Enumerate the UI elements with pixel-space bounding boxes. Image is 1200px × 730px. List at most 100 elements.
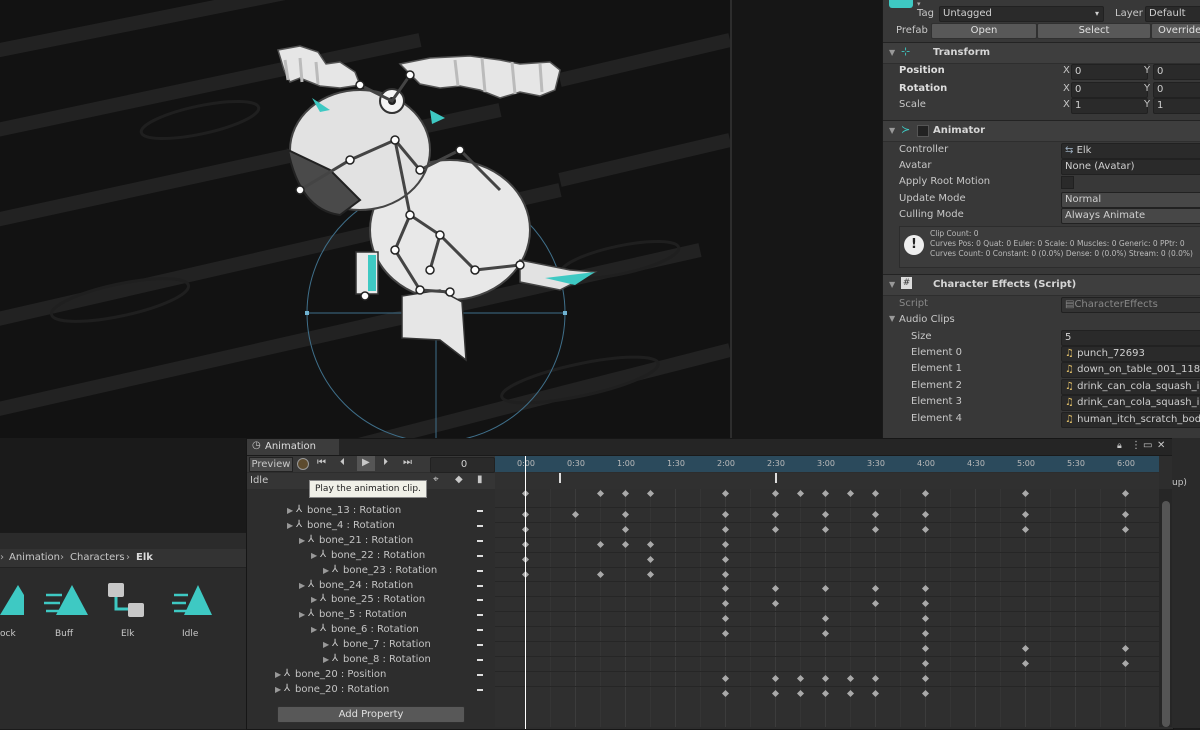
keyframe[interactable] — [621, 540, 630, 548]
foldout-arrow-icon[interactable]: ▶ — [311, 551, 317, 560]
dopesheet[interactable] — [495, 489, 1159, 727]
track-row[interactable]: ▶ ⅄ bone_8 : Rotation — [247, 653, 495, 668]
audio-clip-field[interactable]: ♫ drink_can_cola_squash_in_h — [1061, 395, 1200, 412]
keyframe[interactable] — [721, 540, 730, 548]
scrollbar-thumb[interactable] — [1162, 501, 1170, 727]
foldout-arrow-icon[interactable]: ▶ — [323, 640, 329, 649]
keyframe[interactable] — [1121, 525, 1130, 533]
keyframe[interactable] — [821, 689, 830, 697]
more-icon[interactable]: ⋮ — [1131, 440, 1141, 451]
keyframe[interactable] — [771, 510, 780, 518]
asset-label[interactable]: Buff — [55, 629, 73, 639]
layer-dropdown[interactable]: Default — [1145, 6, 1200, 22]
keyframe[interactable] — [1121, 510, 1130, 518]
maximize-icon[interactable]: ▭ — [1143, 440, 1152, 451]
event-marker[interactable] — [775, 473, 777, 483]
update-mode-dropdown[interactable]: Normal — [1061, 192, 1200, 208]
track-options-icon[interactable] — [477, 629, 483, 632]
scale-y-field[interactable]: 1 — [1153, 98, 1200, 114]
chevron-down-icon[interactable]: ▾ — [917, 0, 921, 8]
foldout-arrow-icon[interactable]: ▶ — [323, 566, 329, 575]
track-options-icon[interactable] — [477, 688, 483, 691]
keyframe[interactable] — [646, 570, 655, 578]
summary-keyframe[interactable] — [871, 489, 880, 498]
culling-mode-dropdown[interactable]: Always Animate — [1061, 208, 1200, 224]
clip-dropdown[interactable]: Idle — [250, 475, 268, 486]
foldout-arrow-icon[interactable]: ▼ — [889, 280, 895, 289]
breadcrumb-characters[interactable]: Characters — [70, 552, 125, 563]
track-options-icon[interactable] — [477, 673, 483, 676]
keyframe[interactable] — [921, 674, 930, 682]
filter-icon[interactable]: ▮ — [477, 474, 483, 485]
breadcrumb-animation[interactable]: Animation — [9, 552, 60, 563]
asset-label[interactable]: Elk — [121, 629, 134, 639]
summary-keyframe[interactable] — [721, 489, 730, 498]
next-keyframe-icon[interactable]: ⏵ — [383, 457, 388, 468]
keyframe[interactable] — [821, 525, 830, 533]
track-row[interactable]: ▶ ⅄ bone_20 : Rotation — [247, 683, 495, 698]
keyframe[interactable] — [1021, 510, 1030, 518]
keyframe[interactable] — [921, 600, 930, 608]
track-row[interactable]: ▶ ⅄ bone_24 : Rotation — [247, 579, 495, 594]
keyframe[interactable] — [921, 585, 930, 593]
prev-keyframe-icon[interactable]: ⏴ — [340, 457, 345, 468]
play-button[interactable]: ▶ — [357, 456, 375, 471]
keyframe[interactable] — [921, 630, 930, 638]
track-options-icon[interactable] — [477, 614, 483, 617]
keyframe[interactable] — [1021, 644, 1030, 653]
vertical-scrollbar[interactable] — [1159, 489, 1173, 727]
keyframe[interactable] — [1121, 659, 1130, 667]
keyframe[interactable] — [771, 600, 780, 608]
animator-header[interactable]: ▼ ≻ Animator — [883, 120, 1200, 142]
summary-keyframe[interactable] — [771, 489, 780, 498]
rotation-y-field[interactable]: 0 — [1153, 82, 1200, 98]
add-keyframe-icon[interactable]: ⌖ — [433, 474, 439, 485]
frame-field[interactable]: 0 — [430, 457, 495, 473]
script-field[interactable]: ▤CharacterEffects — [1061, 297, 1200, 313]
lock-icon[interactable]: 🔒︎ — [1117, 441, 1122, 451]
foldout-arrow-icon[interactable]: ▶ — [299, 610, 305, 619]
keyframe[interactable] — [921, 510, 930, 518]
track-options-icon[interactable] — [477, 524, 483, 527]
keyframe[interactable] — [921, 615, 930, 623]
prefab-overrides-button[interactable]: Overrides — [1151, 23, 1200, 39]
close-icon[interactable]: ✕ — [1157, 440, 1165, 451]
keyframe[interactable] — [721, 555, 730, 563]
track-row[interactable]: ▶ ⅄ bone_5 : Rotation — [247, 608, 495, 623]
character-effects-header[interactable]: ▼ # Character Effects (Script) — [883, 274, 1200, 296]
root-motion-checkbox[interactable] — [1061, 176, 1074, 189]
add-event-icon[interactable]: ◆ — [455, 474, 463, 485]
keyframe[interactable] — [821, 615, 830, 623]
track-row[interactable]: ▶ ⅄ bone_13 : Rotation — [247, 504, 495, 519]
foldout-arrow-icon[interactable]: ▶ — [311, 595, 317, 604]
keyframe[interactable] — [596, 570, 605, 578]
summary-keyframe[interactable] — [1021, 489, 1030, 498]
keyframe[interactable] — [871, 674, 880, 682]
playhead[interactable] — [525, 456, 526, 729]
keyframe[interactable] — [721, 689, 730, 697]
asset-label[interactable]: Idle — [182, 629, 198, 639]
controller-field[interactable]: ⇆ Elk — [1061, 143, 1200, 159]
foldout-arrow-icon[interactable]: ▶ — [323, 655, 329, 664]
keyframe[interactable] — [871, 585, 880, 593]
keyframe[interactable] — [621, 525, 630, 533]
foldout-arrow-icon[interactable]: ▶ — [299, 581, 305, 590]
track-row[interactable]: ▶ ⅄ bone_7 : Rotation — [247, 638, 495, 653]
keyframe[interactable] — [921, 689, 930, 697]
keyframe[interactable] — [721, 600, 730, 608]
audio-clip-field[interactable]: ♫ human_itch_scratch_body_s — [1061, 411, 1200, 428]
keyframe[interactable] — [821, 510, 830, 518]
foldout-arrow-icon[interactable]: ▼ — [889, 314, 895, 323]
scale-x-field[interactable]: 1 — [1071, 98, 1148, 114]
record-icon[interactable] — [297, 458, 309, 470]
keyframe[interactable] — [871, 689, 880, 697]
keyframe[interactable] — [571, 510, 580, 518]
track-row[interactable]: ▶ ⅄ bone_6 : Rotation — [247, 623, 495, 638]
track-row[interactable]: ▶ ⅄ bone_4 : Rotation — [247, 519, 495, 534]
keyframe[interactable] — [721, 510, 730, 518]
first-keyframe-icon[interactable]: ⏮ — [317, 457, 326, 468]
summary-keyframe[interactable] — [646, 489, 655, 498]
keyframe[interactable] — [821, 630, 830, 638]
keyframe[interactable] — [646, 540, 655, 548]
add-property-button[interactable]: Add Property — [277, 706, 465, 723]
